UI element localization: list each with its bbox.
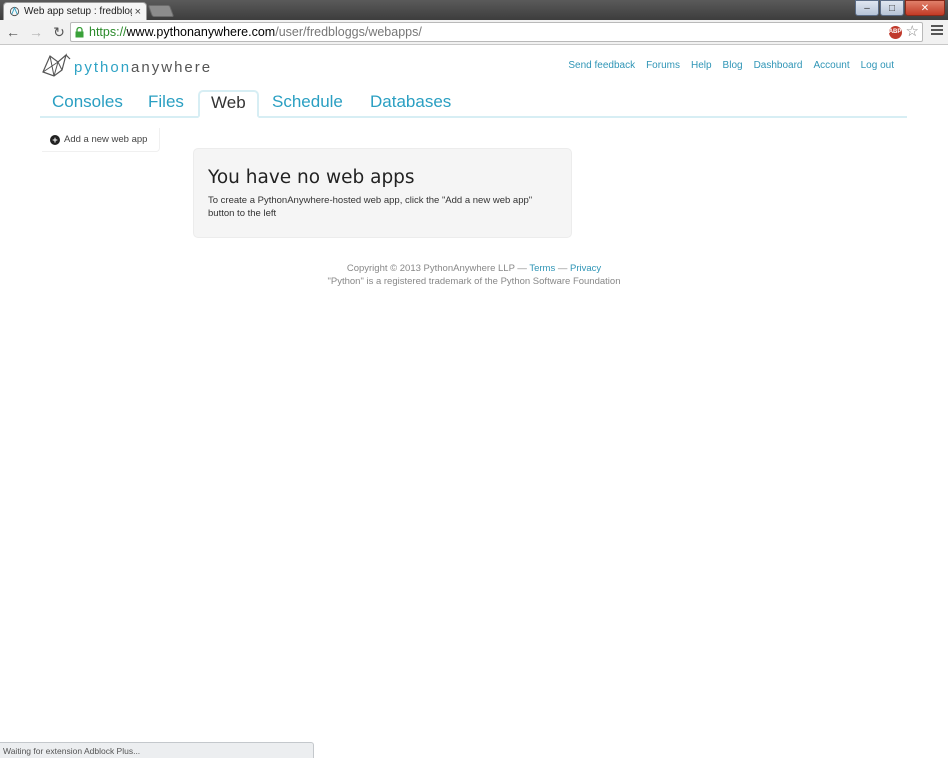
- logo-text: pythonanywhere: [74, 59, 212, 76]
- site-logo[interactable]: pythonanywhere: [40, 52, 212, 80]
- browser-toolbar: ← → ↻ https:// www.pythonanywhere.com /u…: [0, 20, 948, 45]
- window-titlebar: Web app setup : fredbloggs × – □ ✕: [0, 0, 948, 20]
- pythonanywhere-logo-icon: [42, 53, 71, 77]
- tab-close-icon[interactable]: ×: [135, 6, 141, 18]
- omnibox-actions: ABP ☆: [888, 24, 919, 40]
- tab-databases[interactable]: Databases: [370, 92, 451, 112]
- empty-state-title: You have no web apps: [208, 167, 415, 188]
- adblock-icon[interactable]: ABP: [888, 25, 902, 39]
- footer-separator: —: [557, 263, 568, 274]
- top-navigation: Send feedback Forums Help Blog Dashboard…: [557, 60, 894, 71]
- footer-trademark: "Python" is a registered trademark of th…: [327, 276, 621, 287]
- empty-state-panel: You have no web apps To create a PythonA…: [193, 148, 572, 238]
- empty-state-description: To create a PythonAnywhere-hosted web ap…: [208, 195, 533, 219]
- add-web-app-button[interactable]: + Add a new web app: [42, 128, 160, 152]
- url-host: www.pythonanywhere.com: [126, 25, 276, 39]
- browser-tab[interactable]: Web app setup : fredbloggs ×: [3, 2, 147, 20]
- close-window-icon[interactable]: ✕: [905, 0, 945, 16]
- footer-copyright: Copyright © 2013 PythonAnywhere LLP —: [346, 263, 527, 274]
- logo-text-anywhere: anywhere: [131, 58, 213, 76]
- privacy-link[interactable]: Privacy: [570, 263, 601, 274]
- maximize-icon[interactable]: □: [880, 0, 904, 16]
- back-arrow-icon[interactable]: ←: [3, 22, 23, 42]
- new-tab-button[interactable]: [147, 5, 175, 17]
- bookmark-star-icon[interactable]: ☆: [906, 24, 919, 40]
- minimize-icon[interactable]: –: [855, 0, 879, 16]
- main-tabs: Consoles Files Web Schedule Databases: [40, 90, 907, 118]
- terms-link[interactable]: Terms: [529, 263, 555, 274]
- tab-files[interactable]: Files: [148, 92, 184, 112]
- url-scheme: https://: [89, 25, 127, 39]
- browser-menu-icon[interactable]: [931, 25, 943, 37]
- logo-text-python: python: [74, 58, 132, 76]
- pythonanywhere-favicon-icon: [9, 6, 20, 17]
- footer-copyright-line: Copyright © 2013 PythonAnywhere LLP — Te…: [0, 262, 948, 275]
- forums-link[interactable]: Forums: [646, 60, 680, 71]
- reload-icon[interactable]: ↻: [49, 22, 69, 42]
- add-web-app-label: Add a new web app: [64, 134, 148, 145]
- tab-web[interactable]: Web: [198, 90, 259, 118]
- help-link[interactable]: Help: [691, 60, 712, 71]
- logout-link[interactable]: Log out: [861, 60, 894, 71]
- window-controls: – □ ✕: [854, 0, 945, 16]
- account-link[interactable]: Account: [813, 60, 849, 71]
- plus-icon: +: [50, 134, 60, 145]
- url-path: /user/fredbloggs/webapps/: [275, 25, 422, 39]
- dashboard-link[interactable]: Dashboard: [754, 60, 803, 71]
- tab-consoles[interactable]: Consoles: [52, 92, 123, 112]
- send-feedback-link[interactable]: Send feedback: [568, 60, 635, 71]
- page-footer: Copyright © 2013 PythonAnywhere LLP — Te…: [0, 262, 948, 288]
- address-bar[interactable]: https:// www.pythonanywhere.com /user/fr…: [70, 22, 923, 42]
- tab-schedule[interactable]: Schedule: [272, 92, 343, 112]
- browser-status-bar: Waiting for extension Adblock Plus...: [0, 742, 314, 758]
- forward-arrow-icon[interactable]: →: [26, 22, 46, 42]
- lock-icon: [75, 26, 84, 37]
- tab-title: Web app setup : fredbloggs: [24, 6, 132, 17]
- blog-link[interactable]: Blog: [723, 60, 743, 71]
